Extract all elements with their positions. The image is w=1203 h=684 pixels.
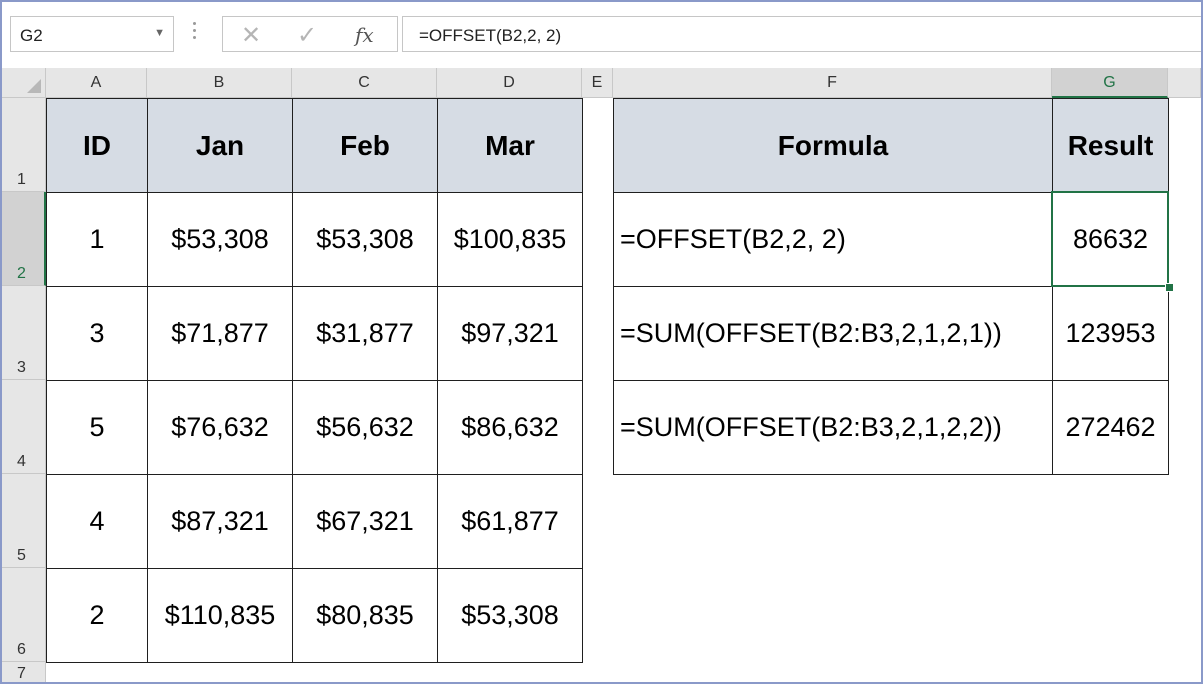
formula-bar-grip-icon[interactable] [192, 22, 198, 46]
table-cell[interactable]: $53,308 [292, 192, 438, 287]
table-cell[interactable]: 5 [46, 380, 148, 475]
row-number: 1 [17, 171, 26, 188]
name-box-dropdown-icon[interactable]: ▼ [154, 27, 165, 39]
cancel-icon[interactable]: ✕ [241, 21, 261, 50]
formula-cell[interactable]: =OFFSET(B2,2, 2) [613, 192, 1053, 287]
table-cell[interactable]: 2 [46, 568, 148, 663]
table-header-cell[interactable]: Mar [437, 98, 583, 193]
table-cell[interactable]: $53,308 [437, 568, 583, 663]
fill-handle[interactable] [1165, 283, 1174, 292]
function-icon[interactable]: fx [355, 23, 374, 47]
row-header-2[interactable]: 2 [2, 192, 46, 286]
formula-bar-buttons: ✕ ✓ fx [222, 16, 398, 52]
table-cell[interactable]: $76,632 [147, 380, 293, 475]
formula-cell[interactable]: =SUM(OFFSET(B2:B3,2,1,2,1)) [613, 286, 1053, 381]
table-cell[interactable]: $97,321 [437, 286, 583, 381]
result-cell[interactable]: 123953 [1052, 286, 1169, 381]
table-cell[interactable]: $71,877 [147, 286, 293, 381]
table-cell[interactable]: $87,321 [147, 474, 293, 569]
column-header-b[interactable]: B [147, 68, 292, 98]
column-header-filler [1168, 68, 1201, 98]
table-cell[interactable]: $86,632 [437, 380, 583, 475]
column-header-d[interactable]: D [437, 68, 582, 98]
table-header-cell[interactable]: ID [46, 98, 148, 193]
table-cell[interactable]: $56,632 [292, 380, 438, 475]
table-cell[interactable]: $53,308 [147, 192, 293, 287]
table-cell[interactable]: $67,321 [292, 474, 438, 569]
row-header-1[interactable]: 1 [2, 98, 46, 192]
row-header-4[interactable]: 4 [2, 380, 46, 474]
column-header-c[interactable]: C [292, 68, 437, 98]
row-header-7[interactable]: 7 [2, 662, 46, 682]
formula-cell[interactable]: =SUM(OFFSET(B2:B3,2,1,2,2)) [613, 380, 1053, 475]
table-cell[interactable]: $110,835 [147, 568, 293, 663]
formula-input[interactable]: =OFFSET(B2,2, 2) [402, 16, 1201, 52]
formula-table-header-cell[interactable]: Result [1052, 98, 1169, 193]
row-number: 3 [17, 359, 26, 376]
formula-bar: G2 ▼ ✕ ✓ fx =OFFSET(B2,2, 2) [2, 2, 1201, 68]
table-header-cell[interactable]: Feb [292, 98, 438, 193]
spreadsheet-window: G2 ▼ ✕ ✓ fx =OFFSET(B2,2, 2) ABCDEFG 1 2 3 4… [0, 0, 1203, 684]
table-cell[interactable]: 3 [46, 286, 148, 381]
column-header-g[interactable]: G [1052, 68, 1168, 98]
enter-icon[interactable]: ✓ [297, 21, 317, 50]
row-header-6[interactable]: 6 [2, 568, 46, 662]
name-box[interactable]: G2 ▼ [10, 16, 174, 52]
formula-text: =OFFSET(B2,2, 2) [419, 26, 562, 45]
worksheet-grid: A B C D E F G 1 2 3 4 5 6 7 ID Jan Feb Mar 1 $53,308 $53,308… [2, 68, 1201, 682]
table-cell[interactable]: $31,877 [292, 286, 438, 381]
select-all-icon [27, 79, 41, 93]
row-number: 7 [17, 665, 26, 682]
column-header-a[interactable]: A [46, 68, 147, 98]
table-cell[interactable]: $80,835 [292, 568, 438, 663]
column-header-f[interactable]: F [613, 68, 1052, 98]
result-cell[interactable]: 272462 [1052, 380, 1169, 475]
table-cell[interactable]: 4 [46, 474, 148, 569]
table-cell[interactable]: 1 [46, 192, 148, 287]
row-number: 6 [17, 641, 26, 658]
table-cell[interactable]: $61,877 [437, 474, 583, 569]
select-all-button[interactable] [2, 68, 46, 98]
formula-table-header-cell[interactable]: Formula [613, 98, 1053, 193]
row-number: 2 [17, 265, 26, 282]
column-header-e[interactable]: E [582, 68, 613, 98]
result-cell[interactable]: 86632 [1052, 192, 1169, 287]
name-box-value: G2 [20, 26, 43, 45]
row-header-3[interactable]: 3 [2, 286, 46, 380]
table-header-cell[interactable]: Jan [147, 98, 293, 193]
row-header-5[interactable]: 5 [2, 474, 46, 568]
row-number: 5 [17, 547, 26, 564]
row-number: 4 [17, 453, 26, 470]
table-cell[interactable]: $100,835 [437, 192, 583, 287]
